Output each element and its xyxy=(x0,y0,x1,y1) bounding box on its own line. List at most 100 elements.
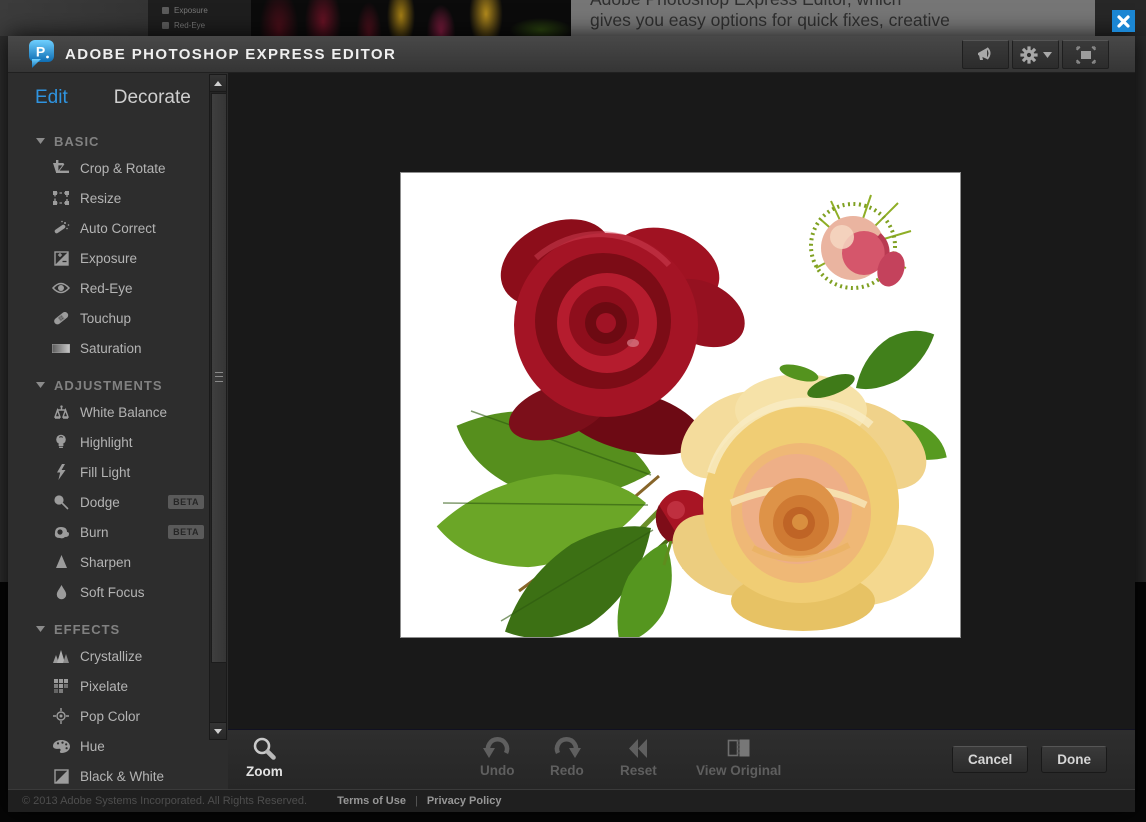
bandaid-icon xyxy=(50,310,72,326)
tool-label: Undo xyxy=(480,763,515,778)
section-title: EFFECTS xyxy=(54,621,121,637)
tool-label: View Original xyxy=(696,763,782,778)
mini-item-label: Red-Eye xyxy=(174,21,206,30)
scrollbar-thumb[interactable] xyxy=(211,93,227,663)
page-left-gutter xyxy=(0,36,8,582)
sidebar-item-red-eye[interactable]: Red-Eye xyxy=(8,273,228,303)
sidebar-item-label: Pixelate xyxy=(80,678,129,694)
photoshop-express-editor-window: P ADOBE PHOTOSHOP EXPRESS EDITOR Edit De… xyxy=(8,36,1135,812)
feedback-button[interactable] xyxy=(962,40,1009,69)
sidebar-item-exposure[interactable]: Exposure xyxy=(8,243,228,273)
sidebar-item-auto-correct[interactable]: Auto Correct xyxy=(8,213,228,243)
sidebar-item-crystallize[interactable]: Crystallize xyxy=(8,641,228,671)
sidebar-scrollbar[interactable] xyxy=(209,74,227,740)
done-button[interactable]: Done xyxy=(1041,746,1107,773)
close-icon xyxy=(1117,14,1130,28)
sidebar-item-label: Crystallize xyxy=(80,648,143,664)
redo-icon xyxy=(552,736,582,761)
title-bar: P ADOBE PHOTOSHOP EXPRESS EDITOR xyxy=(8,36,1135,73)
sidebar-item-pop-color[interactable]: Pop Color xyxy=(8,701,228,731)
sidebar-item-white-balance[interactable]: White Balance xyxy=(8,397,228,427)
undo-icon xyxy=(482,736,512,761)
section-header-basic[interactable]: BASIC xyxy=(8,129,228,153)
zoom-tool[interactable]: Zoom xyxy=(246,736,283,779)
sidebar-item-label: Saturation xyxy=(80,340,142,356)
cancel-button[interactable]: Cancel xyxy=(951,746,1029,773)
exposure-mini-icon xyxy=(162,7,169,14)
caret-down-icon xyxy=(36,626,45,632)
sidebar-item-label: Crop & Rotate xyxy=(80,160,166,176)
rewind-icon xyxy=(626,736,650,761)
tab-edit[interactable]: Edit xyxy=(35,87,68,109)
sidebar-item-pixelate[interactable]: Pixelate xyxy=(8,671,228,701)
saturation-icon xyxy=(50,343,72,353)
tool-label: Zoom xyxy=(246,764,283,779)
fullscreen-button[interactable] xyxy=(1062,40,1109,69)
tool-label: Reset xyxy=(620,763,657,778)
section-title: BASIC xyxy=(54,133,100,149)
sidebar-item-sharpen[interactable]: Sharpen xyxy=(8,547,228,577)
editor-main-area: Zoom Undo Redo Reset View Original Cance… xyxy=(228,73,1135,789)
magnifier-icon xyxy=(251,736,277,762)
sidebar-item-resize[interactable]: Resize xyxy=(8,183,228,213)
sidebar-item-label: Sharpen xyxy=(80,554,132,570)
privacy-policy-link[interactable]: Privacy Policy xyxy=(427,795,502,807)
sidebar-item-label: White Balance xyxy=(80,404,168,420)
mode-tabs: Edit Decorate xyxy=(8,73,228,123)
droplet-icon xyxy=(50,584,72,600)
sidebar-item-label: Burn xyxy=(80,524,109,540)
sidebar-item-burn[interactable]: Burn BETA xyxy=(8,517,228,547)
sidebar-item-label: Dodge xyxy=(80,494,120,510)
app-title: ADOBE PHOTOSHOP EXPRESS EDITOR xyxy=(65,45,397,63)
section-header-adjustments[interactable]: ADJUSTMENTS xyxy=(8,373,228,397)
sidebar-item-fill-light[interactable]: Fill Light xyxy=(8,457,228,487)
beta-badge: BETA xyxy=(168,495,204,509)
red-eye-mini-icon xyxy=(162,22,169,29)
sidebar-item-touchup[interactable]: Touchup xyxy=(8,303,228,333)
caret-down-icon xyxy=(36,138,45,144)
crystal-icon xyxy=(50,649,72,663)
scroll-down-button[interactable] xyxy=(210,722,226,739)
settings-button[interactable] xyxy=(1012,40,1059,69)
tools-sidebar: Edit Decorate BASIC Crop & Rotate Resize xyxy=(8,73,228,789)
tab-decorate[interactable]: Decorate xyxy=(114,87,191,109)
terms-of-use-link[interactable]: Terms of Use xyxy=(337,795,406,807)
sidebar-item-hue[interactable]: Hue xyxy=(8,731,228,761)
burn-tool-icon xyxy=(50,526,72,539)
sidebar-item-black-white[interactable]: Black & White xyxy=(8,761,228,791)
fullscreen-icon xyxy=(1075,45,1097,64)
view-original-icon xyxy=(725,736,753,761)
article-line-1: Adobe Photoshop Express Editor, which xyxy=(571,0,1095,10)
sidebar-item-label: Soft Focus xyxy=(80,584,145,600)
dodge-tool-icon xyxy=(50,494,72,510)
lightbulb-icon xyxy=(50,434,72,450)
undo-tool[interactable]: Undo xyxy=(480,736,515,778)
section-title: ADJUSTMENTS xyxy=(54,377,163,393)
sidebar-item-label: Auto Correct xyxy=(80,220,156,236)
chevron-down-icon xyxy=(1042,51,1052,58)
section-header-effects[interactable]: EFFECTS xyxy=(8,617,228,641)
sidebar-item-highlight[interactable]: Highlight xyxy=(8,427,228,457)
image-canvas[interactable] xyxy=(228,73,1135,729)
sidebar-item-dodge[interactable]: Dodge BETA xyxy=(8,487,228,517)
background-tulips-photo xyxy=(251,0,571,36)
close-button[interactable] xyxy=(1112,10,1135,32)
pixel-grid-icon xyxy=(50,678,72,694)
sidebar-item-crop-rotate[interactable]: Crop & Rotate xyxy=(8,153,228,183)
edited-photo-roses[interactable] xyxy=(400,172,961,638)
redo-tool[interactable]: Redo xyxy=(550,736,584,778)
background-gray-block xyxy=(0,0,148,36)
megaphone-icon xyxy=(975,46,997,63)
resize-icon xyxy=(50,191,72,205)
gear-icon xyxy=(1019,45,1038,64)
reset-tool[interactable]: Reset xyxy=(620,736,657,778)
sidebar-item-saturation[interactable]: Saturation xyxy=(8,333,228,363)
caret-down-icon xyxy=(36,382,45,388)
magic-wand-icon xyxy=(50,220,72,236)
sidebar-item-soft-focus[interactable]: Soft Focus xyxy=(8,577,228,607)
sidebar-item-label: Exposure xyxy=(80,250,138,266)
target-icon xyxy=(50,708,72,724)
modal-footer: © 2013 Adobe Systems Incorporated. All R… xyxy=(8,789,1135,812)
view-original-tool[interactable]: View Original xyxy=(696,736,781,778)
scroll-up-button[interactable] xyxy=(210,75,226,92)
